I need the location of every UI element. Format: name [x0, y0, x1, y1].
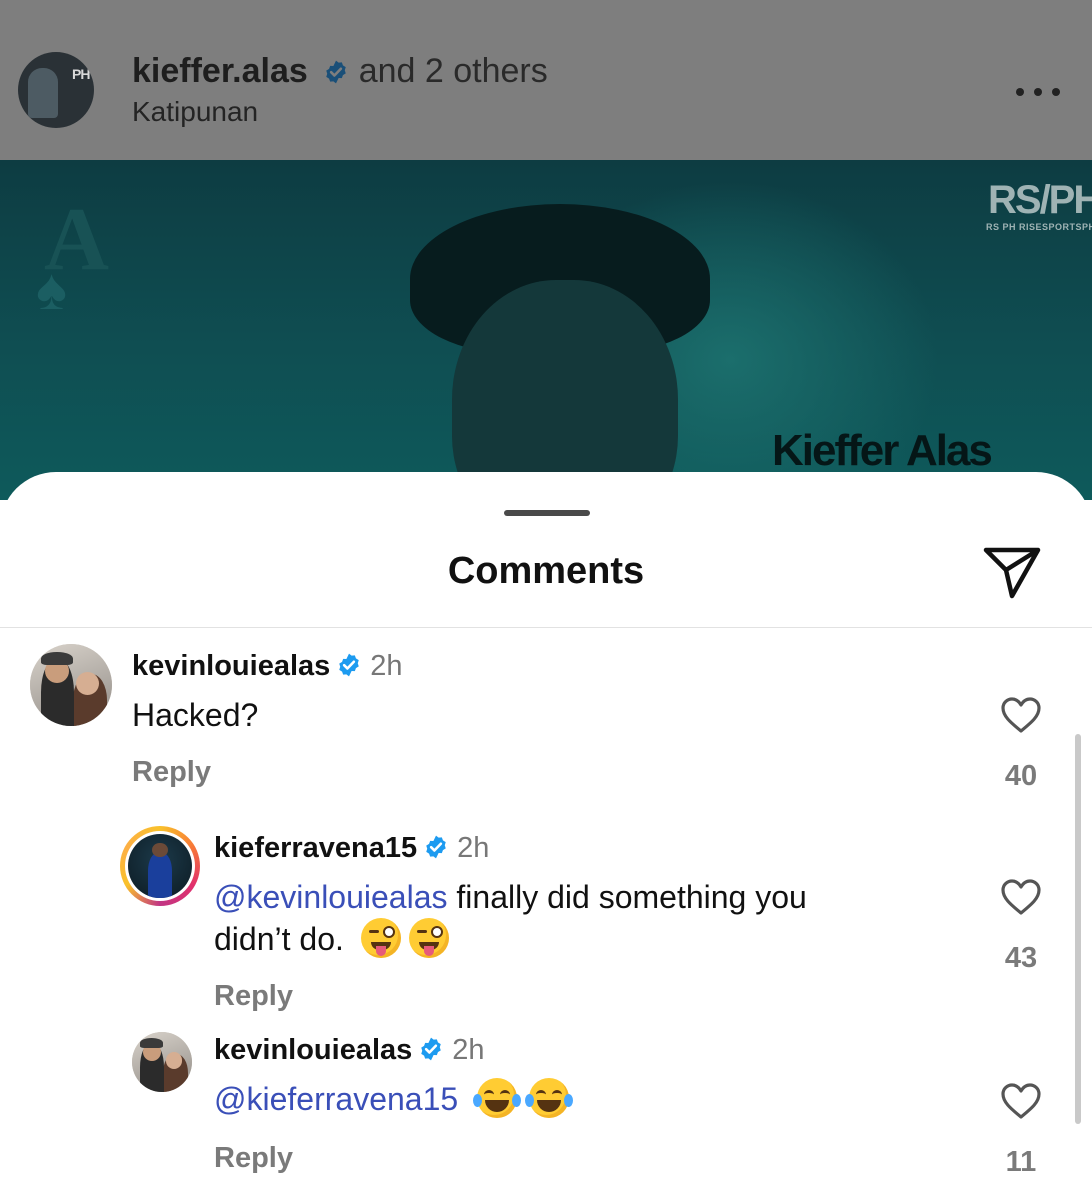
post-author-avatar[interactable]: PH — [18, 52, 94, 128]
heart-icon[interactable] — [1000, 696, 1042, 734]
verified-badge-icon — [426, 835, 446, 859]
reply-button[interactable]: Reply — [214, 980, 293, 1013]
player-face — [452, 280, 678, 500]
story-ring[interactable] — [120, 826, 200, 906]
face-with-tears-of-joy-icon — [525, 1078, 574, 1118]
comment-text: @kieferravena15 — [214, 1078, 574, 1120]
comment-username[interactable]: kevinlouiealas — [132, 650, 330, 682]
more-horizontal-icon[interactable] — [1016, 86, 1060, 98]
comment-time: 2h — [452, 1034, 485, 1066]
sheet-grabber-handle[interactable] — [504, 510, 590, 516]
winking-face-with-tongue-icon — [360, 918, 401, 958]
mention-link[interactable]: @kevinlouiealas — [214, 879, 448, 915]
image-name-caption: Kieffer Alas — [772, 426, 993, 475]
comment-time: 2h — [370, 650, 403, 682]
like-count: 40 — [1004, 760, 1038, 792]
comment-text: Hacked? — [132, 697, 259, 733]
heart-icon[interactable] — [1000, 1082, 1042, 1120]
face-with-tears-of-joy-icon — [473, 1078, 522, 1118]
scrollbar[interactable] — [1075, 734, 1081, 1124]
comments-sheet: Comments kevinlouiealas 2h Hacked? Reply … — [0, 472, 1092, 1200]
verified-badge-icon — [421, 1037, 442, 1061]
avatar-figure — [28, 68, 58, 118]
winking-face-with-tongue-icon — [408, 918, 449, 958]
commenter-avatar — [128, 834, 192, 898]
commenter-avatar[interactable] — [30, 644, 112, 726]
reply-button[interactable]: Reply — [214, 1142, 293, 1175]
mention-link[interactable]: @kieferravena15 — [214, 1081, 458, 1117]
avatar-ph-tag: PH — [72, 66, 90, 82]
comment-text-part: finally did something you — [447, 879, 807, 915]
commenter-avatar[interactable] — [132, 1032, 192, 1092]
post-collaborators[interactable]: and 2 others — [359, 52, 548, 90]
like-count: 11 — [1005, 1146, 1037, 1178]
comment-username[interactable]: kieferravena15 — [214, 832, 417, 864]
post-author-line: kieffer.alas and 2 others — [132, 52, 548, 91]
send-icon[interactable] — [982, 544, 1042, 600]
image-logo-subtitle: RS PH RISESPORTSPH — [986, 222, 1092, 232]
comment-text-part: didn’t do. — [214, 921, 344, 957]
spade-icon: ♠ — [36, 257, 67, 322]
comment-text: @kevinlouiealas finally did something yo… — [214, 876, 954, 960]
sheet-divider — [0, 627, 1092, 628]
post-username[interactable]: kieffer.alas — [132, 52, 308, 90]
reply-button[interactable]: Reply — [132, 756, 211, 789]
comment-header: kieferravena15 2h — [214, 832, 489, 865]
verified-badge-icon — [339, 653, 360, 677]
post-header: PH kieffer.alas and 2 others Katipunan — [0, 0, 1092, 160]
comment-username[interactable]: kevinlouiealas — [214, 1034, 412, 1066]
post-location[interactable]: Katipunan — [132, 96, 258, 128]
post-image: A ♠ RS/PH RS PH RISESPORTSPH Kieffer Ala… — [0, 160, 1092, 500]
comment-time: 2h — [457, 832, 490, 864]
like-count: 43 — [1004, 942, 1038, 974]
sheet-title: Comments — [447, 550, 645, 592]
comment-header: kevinlouiealas 2h — [132, 650, 403, 683]
verified-badge-icon — [326, 60, 346, 84]
heart-icon[interactable] — [1000, 878, 1042, 916]
comment-header: kevinlouiealas 2h — [214, 1034, 485, 1067]
image-logo: RS/PH — [988, 178, 1092, 222]
